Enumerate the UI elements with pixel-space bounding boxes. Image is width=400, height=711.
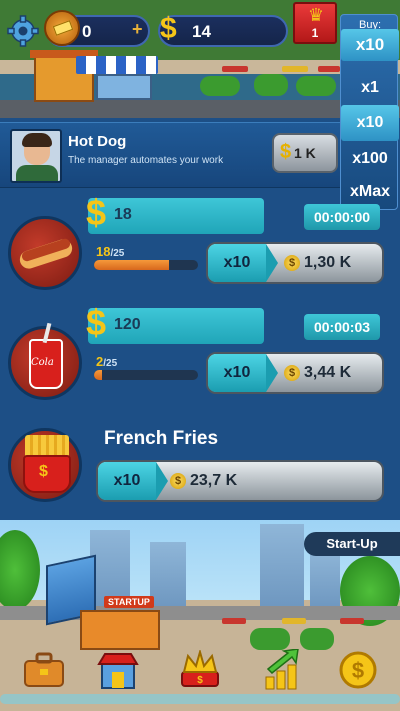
arrow-right-icon [266,244,278,282]
briefcase-icon [24,652,64,687]
startup-sign: STARTUP [104,596,154,608]
svg-text:$: $ [352,658,364,683]
crown-money-icon: $ [181,650,219,687]
manager-price: 1 K [294,145,316,161]
skyscraper [260,524,304,610]
dollar-coin-icon: $ [339,651,377,689]
buy-multiplier-panel: Buy: x10 x1 x10 x100 xMax [340,14,399,210]
income-value: 18 [114,206,132,223]
arrow-right-icon [156,462,168,500]
owned-progress [94,370,198,380]
buy-option-x100[interactable]: x100 [341,143,399,175]
dollar-icon: $ [160,12,177,45]
shop-icon [97,653,139,689]
manager-avatar [10,129,62,183]
nav-money[interactable]: $ [334,646,382,694]
nav-prestige[interactable]: $ [176,646,224,694]
french-fries-icon: $ [8,428,82,502]
manager-card: Hot Dog The manager automates your work … [0,122,340,188]
buy-hotdog-button[interactable]: x10 $1,30 K [206,242,384,284]
hedge [200,76,240,96]
svg-text:$: $ [197,675,203,686]
nav-base [0,694,400,704]
dollar-icon: $ [86,302,107,343]
owned-count: 18/25 [96,244,124,259]
business-row-cola: Cola $ 120 00:00:03 2/25 x10 $3,44 K [0,302,384,402]
buy-price-value: 3,44 K [304,364,352,381]
settings-gear-icon[interactable] [6,14,40,48]
unlock-fries-button[interactable]: x10 $23,7 K [96,460,384,502]
buy-price: $1,30 K [284,244,351,282]
arrow-right-icon [266,354,278,392]
hotdog-icon[interactable] [8,216,82,290]
buy-option-current[interactable]: x10 [341,29,399,61]
buy-price: $3,44 K [284,354,351,392]
growth-arrow-icon [265,649,299,690]
dollar-icon: $ [86,192,107,233]
coin-icon: $ [170,472,186,489]
business-row-fries: $ French Fries x10 $23,7 K [0,420,400,516]
bench [340,618,364,624]
owned-max: /25 [110,248,125,259]
buy-price: $23,7 K [170,462,237,500]
buy-price-value: 1,30 K [304,254,352,271]
crown-button[interactable]: ♛ 1 [293,2,337,44]
buy-cola-button[interactable]: x10 $3,44 K [206,352,384,394]
nav-shop[interactable] [94,646,142,694]
bench [222,618,246,624]
buy-multiplier: x10 [208,354,266,392]
coin-icon: $ [284,364,300,381]
income-value: 120 [114,316,141,333]
buy-price-value: 23,7 K [190,472,238,489]
manager-name: Hot Dog [68,133,127,150]
gold-bar-icon [44,10,80,46]
hedge [254,74,288,96]
owned-count: 2/25 [96,354,117,369]
manager-description: The manager automates your work [68,155,224,166]
buy-multiplier: x10 [208,244,266,282]
cash-counter: 14 [158,15,288,47]
nav-investments[interactable] [20,646,68,694]
startup-building[interactable]: STARTUP [30,554,160,650]
owned-max: /25 [103,358,118,369]
skyscraper [310,550,340,610]
owned-progress [94,260,198,270]
cola-icon[interactable]: Cola [8,322,82,400]
crown-count: 1 [311,26,319,40]
business-name: French Fries [104,428,219,449]
nav-upgrades[interactable] [258,646,306,694]
cycle-timer: 00:00:03 [304,314,380,340]
bench [282,66,308,72]
bench [318,66,340,72]
buy-option-x10[interactable]: x10 [341,105,399,141]
owned-progress-fill [94,260,169,270]
top-hud: 0 + 14 $ ♛ 1 [0,0,340,62]
coin-icon: $ [284,254,300,271]
buy-option-xmax[interactable]: xMax [341,177,399,207]
dollar-icon: $ [280,141,292,163]
business-row-hotdog: $ 18 00:00:00 18/25 x10 $1,30 K [0,192,384,292]
gold-add-button[interactable]: + [132,19,143,40]
cycle-timer: 00:00:00 [304,204,380,230]
buy-option-x1[interactable]: x1 [341,75,399,101]
shop-window [96,74,152,100]
hedge [296,76,336,96]
gold-value: 0 [82,22,92,41]
bench [222,66,248,72]
start-up-area-button[interactable]: Start-Up [304,532,400,556]
cash-value: 14 [192,22,211,41]
bench [282,618,306,624]
owned-value: 18 [96,244,111,259]
owned-progress-fill [94,370,103,380]
buy-multiplier: x10 [98,462,156,500]
hire-manager-button[interactable]: $ 1 K [272,133,338,173]
crown-icon: ♛ [307,5,325,25]
